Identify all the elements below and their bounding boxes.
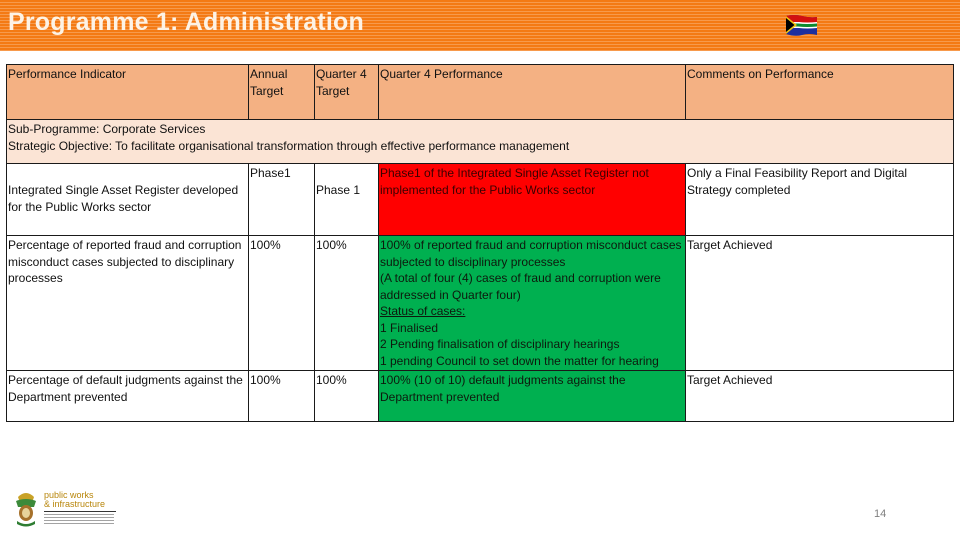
strategic-objective-label: Strategic Objective: To facilitate organ… xyxy=(8,138,570,153)
annual-target-cell: 100% xyxy=(248,370,315,422)
status-of-cases-heading: Status of cases: xyxy=(380,304,466,318)
comments-cell: Only a Final Feasibility Report and Digi… xyxy=(685,163,954,236)
performance-summary: 100% of reported fraud and corruption mi… xyxy=(380,238,682,269)
south-africa-flag-icon xyxy=(786,15,817,36)
q4-performance-cell: 100% (10 of 10) default judgments agains… xyxy=(378,370,686,422)
sub-programme-label: Sub-Programme: Corporate Services xyxy=(8,122,206,136)
q4-target-cell: 100% xyxy=(314,370,379,422)
performance-detail: (A total of four (4) cases of fraud and … xyxy=(380,271,661,302)
case-status-item: 1 Finalised xyxy=(380,320,439,335)
header-performance-indicator: Performance Indicator xyxy=(6,64,249,120)
table-row: Percentage of reported fraud and corrupt… xyxy=(6,235,954,371)
sub-programme-cell: Sub-Programme: Corporate Services Strate… xyxy=(6,119,954,164)
header-q4-target: Quarter 4 Target xyxy=(314,64,379,120)
indicator-cell: Percentage of reported fraud and corrupt… xyxy=(6,235,249,371)
header-q4-performance: Quarter 4 Performance xyxy=(378,64,686,120)
header-comments: Comments on Performance xyxy=(685,64,954,120)
comments-cell: Target Achieved xyxy=(685,370,954,422)
q4-target-cell: 100% xyxy=(314,235,379,371)
table-row: Integrated Single Asset Register develop… xyxy=(6,163,954,236)
case-status-item: 2 Pending finalisation of disciplinary h… xyxy=(380,337,620,351)
q4-performance-cell: Phase1 of the Integrated Single Asset Re… xyxy=(378,163,686,236)
title-bar: Programme 1: Administration xyxy=(0,0,960,51)
q4-performance-cell: 100% of reported fraud and corruption mi… xyxy=(378,235,686,371)
annual-target-cell: Phase1 xyxy=(248,163,315,236)
coat-of-arms-icon xyxy=(16,493,36,527)
department-logo: public works & infrastructure xyxy=(14,491,116,527)
header-annual-target: Annual Target xyxy=(248,64,315,120)
comments-cell: Target Achieved xyxy=(685,235,954,371)
sub-programme-row: Sub-Programme: Corporate Services Strate… xyxy=(6,119,954,164)
annual-target-cell: 100% xyxy=(248,235,315,371)
page-number: 14 xyxy=(874,508,887,520)
case-status-item: 1 pending Council to set down the matter… xyxy=(380,353,659,368)
indicator-cell: Integrated Single Asset Register develop… xyxy=(6,163,249,236)
slide-title: Programme 1: Administration xyxy=(8,8,364,36)
table-header-row: Performance Indicator Annual Target Quar… xyxy=(6,64,954,120)
logo-subtext xyxy=(44,514,114,524)
table-row: Percentage of default judgments against … xyxy=(6,370,954,422)
performance-table: Performance Indicator Annual Target Quar… xyxy=(6,64,954,422)
logo-divider xyxy=(44,511,116,512)
q4-target-cell: Phase 1 xyxy=(314,163,379,236)
logo-text-line2: & infrastructure xyxy=(44,499,106,509)
indicator-cell: Percentage of default judgments against … xyxy=(6,370,249,422)
